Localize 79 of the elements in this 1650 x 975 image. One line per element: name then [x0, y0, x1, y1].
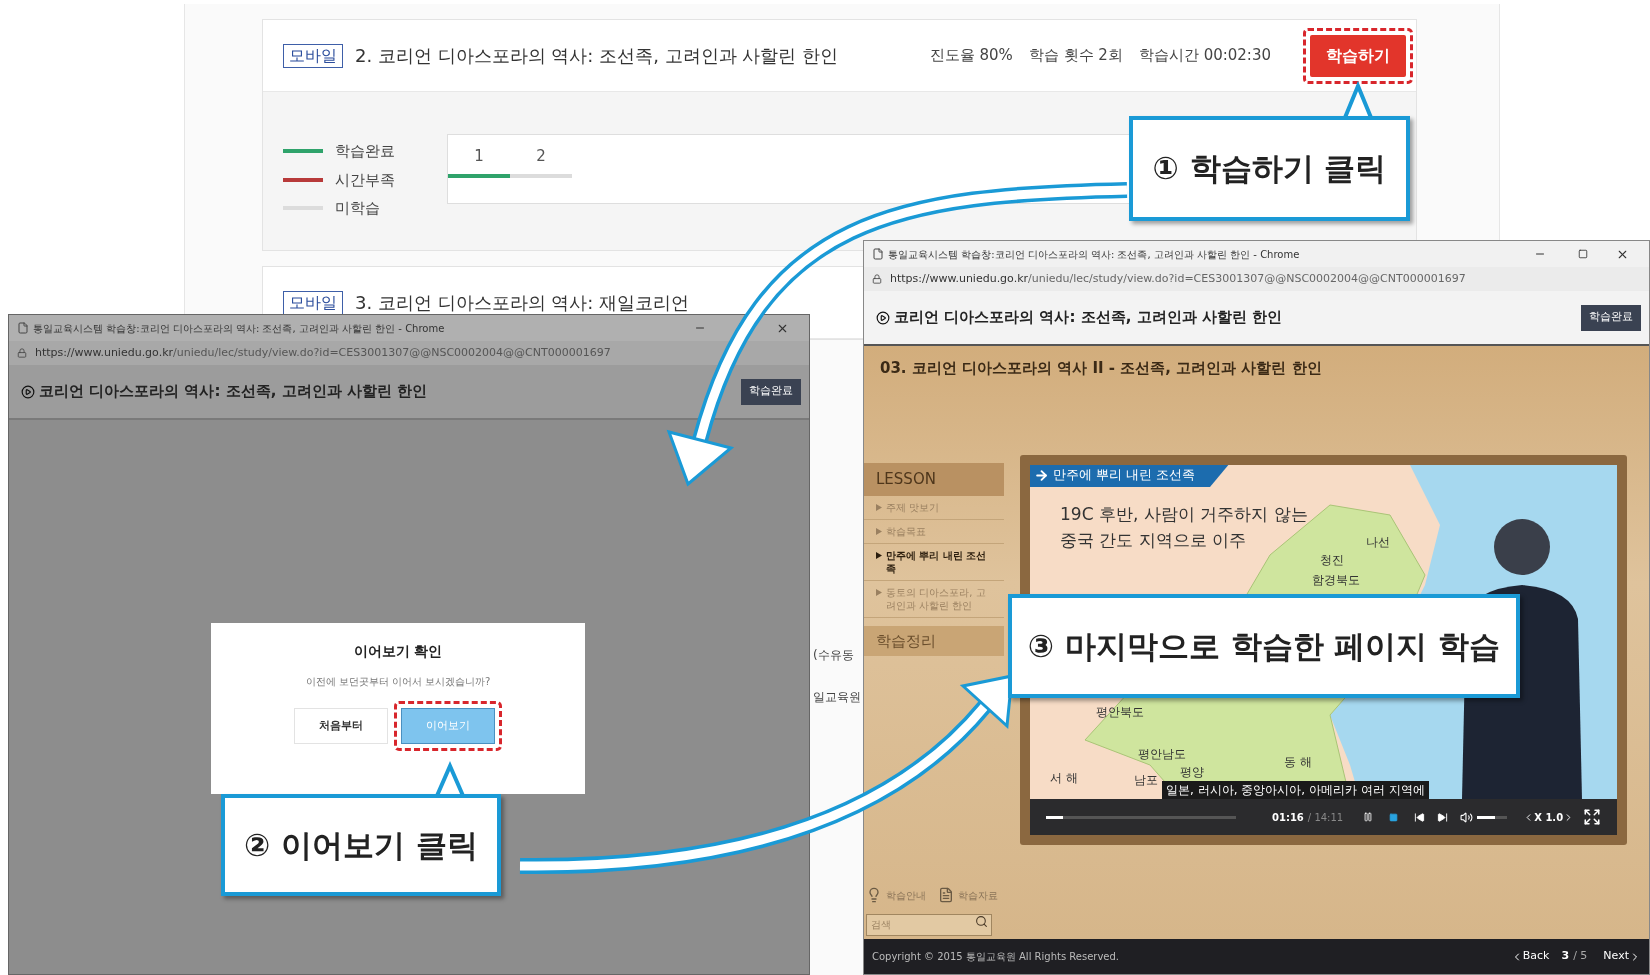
page-text: 일교육원: [813, 689, 861, 706]
page-icon: [872, 248, 884, 260]
video-subtitle: 일본, 러시아, 중앙아시아, 아메리카 여러 지역에: [1162, 781, 1429, 799]
bullet-icon: [876, 504, 882, 511]
back-link[interactable]: Back: [1510, 948, 1550, 965]
map-label: 청진: [1320, 552, 1344, 569]
maximize-icon[interactable]: [1578, 249, 1588, 259]
bullet-icon: [876, 552, 882, 559]
skip-forward-icon[interactable]: [1437, 811, 1449, 823]
current-page: 3: [1561, 948, 1570, 965]
skip-back-icon[interactable]: [1414, 811, 1426, 823]
lecture-title: 코리언 디아스포라의 역사: 조선족, 고려인과 사할린 한인: [894, 307, 1283, 329]
course-stat: 진도율 80%: [929, 45, 1013, 67]
bullet-icon: [876, 528, 882, 535]
search-field[interactable]: 검색: [866, 913, 992, 936]
slide-caption: 중국 간도 지역으로 이주: [1060, 529, 1248, 552]
course-stat: 학습 횟수 2회: [1028, 45, 1123, 67]
map-label: 함경북도: [1312, 572, 1360, 589]
callout-box: ② 이어보기 클릭: [221, 794, 501, 896]
course-stat: 학습시간 00:02:30: [1138, 45, 1271, 67]
lock-icon: [17, 348, 27, 358]
map-label: 평안남도: [1138, 746, 1186, 763]
topic-banner: 만주에 뿌리 내린 조선족: [1030, 465, 1230, 487]
page-number: 2: [536, 146, 546, 167]
slide-caption: 19C 후반, 사람이 거주하지 않는: [1060, 503, 1308, 526]
window-title: 통일교육시스템 학습창:코리언 디아스포라의 역사: 조선족, 고려인과 사할린 한인 - Chrome: [33, 321, 445, 336]
url-text: https://www.uniedu.go.kr/uniedu/lec/study/view.do?id=CES3001307@@NSC0002004@@CNT000001697: [890, 270, 1466, 287]
map-label: 평안북도: [1096, 704, 1144, 721]
lecture-title: 코리언 디아스포라의 역사: 조선족, 고려인과 사할린 한인: [39, 381, 428, 403]
callout-box: ① 학습하기 클릭: [1129, 116, 1410, 221]
volume-icon[interactable]: [1460, 810, 1474, 824]
play-circle-icon: [876, 310, 890, 325]
dialog-message: 이전에 보던곳부터 이어서 보시겠습니까?: [305, 675, 491, 689]
total-pages: / 5: [1573, 948, 1588, 965]
legend-label: 시간부족: [335, 169, 395, 191]
lesson-menu-item[interactable]: 만주에 뿌리 내린 조선족: [864, 544, 1004, 581]
document-icon: [938, 887, 954, 903]
lightbulb-icon: [866, 887, 882, 903]
course-title: 2. 코리언 디아스포라의 역사: 조선족, 고려인과 사할린 한인: [355, 44, 838, 68]
search-icon[interactable]: [975, 915, 988, 928]
play-circle-icon: [21, 384, 35, 399]
volume-track[interactable]: [1477, 815, 1508, 819]
arrow-icon: [1034, 467, 1049, 483]
complete-button[interactable]: 학습완료: [741, 378, 801, 405]
stop-icon[interactable]: [1389, 812, 1399, 822]
address-bar[interactable]: https://www.uniedu.go.kr/uniedu/lec/study/view.do?id=CES3001307@@NSC0002004@@CNT000001697: [9, 341, 809, 365]
map-label: 남포: [1134, 772, 1158, 789]
lesson-title: 03. 코리언 디아스포라의 역사 II - 조선족, 고려인과 사할린 한인: [880, 357, 1322, 379]
dialog-button[interactable]: 처음부터: [294, 708, 388, 744]
legend-label: 미학습: [335, 198, 380, 219]
map-label: 나선: [1366, 534, 1390, 551]
course-title: 3. 코리언 디아스포라의 역사: 재일코리언: [355, 291, 690, 315]
study-button[interactable]: 학습하기: [1310, 34, 1406, 77]
lock-icon: [872, 274, 882, 284]
lesson-header: LESSON: [864, 463, 1004, 496]
map-label: 동 해: [1284, 754, 1312, 771]
dialog-title: 이어보기 확인: [353, 642, 443, 661]
mobile-tag: 모바일: [283, 43, 343, 68]
pause-icon[interactable]: [1363, 812, 1374, 822]
total-time: / 14:11: [1307, 810, 1344, 825]
copyright-text: Copyright © 2015 통일교육원 All Rights Reserved.: [872, 950, 1120, 964]
address-bar[interactable]: https://www.uniedu.go.kr/uniedu/lec/study/view.do?id=CES3001307@@NSC0002004@@CNT000001697: [864, 267, 1649, 291]
map-label: 평양: [1180, 764, 1204, 781]
fullscreen-icon[interactable]: [1583, 808, 1601, 826]
page-number: 1: [474, 146, 484, 167]
complete-button[interactable]: 학습완료: [1581, 304, 1641, 331]
seek-track[interactable]: [1046, 815, 1236, 819]
playback-speed: X 1.0: [1534, 810, 1564, 825]
page-icon: [17, 322, 29, 334]
legend-label: 학습완료: [335, 141, 395, 162]
page-text: (수유동: [813, 647, 854, 664]
next-link[interactable]: Next: [1603, 948, 1641, 965]
map-label: 서 해: [1050, 770, 1078, 787]
window-title: 통일교육시스템 학습창:코리언 디아스포라의 역사: 조선족, 고려인과 사할린 한인 - Chrome: [888, 247, 1300, 262]
url-text: https://www.uniedu.go.kr/uniedu/lec/study/view.do?id=CES3001307@@NSC0002004@@CNT000001697: [35, 344, 611, 361]
callout-box: ③ 마지막으로 학습한 페이지 학습: [1008, 594, 1520, 698]
summary-header[interactable]: 학습정리: [864, 626, 1004, 656]
bullet-icon: [876, 589, 882, 596]
current-time: 01:16: [1272, 810, 1304, 825]
